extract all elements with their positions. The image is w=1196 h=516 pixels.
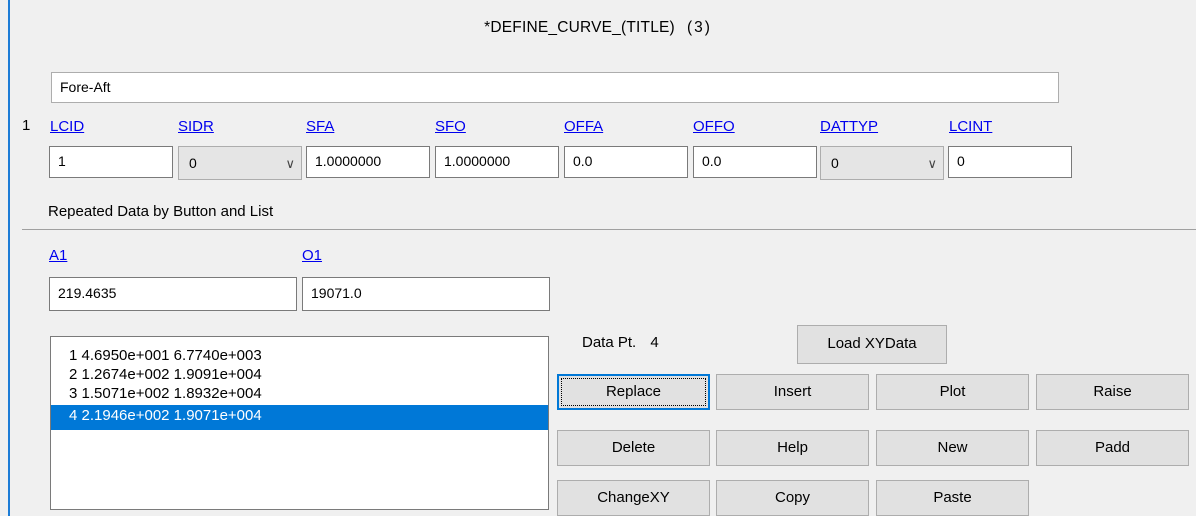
section-divider xyxy=(22,229,1196,230)
raise-button[interactable]: Raise xyxy=(1036,374,1189,410)
header-lcint[interactable]: LCINT xyxy=(949,118,992,135)
copy-button[interactable]: Copy xyxy=(716,480,869,516)
offa-input[interactable]: 0.0 xyxy=(564,146,688,178)
header-sfa[interactable]: SFA xyxy=(306,118,334,135)
header-sidr[interactable]: SIDR xyxy=(178,118,214,135)
keyword-title: *DEFINE_CURVE_(TITLE) (3) xyxy=(0,19,1196,37)
list-item[interactable]: 1 4.6950e+001 6.7740e+003 xyxy=(51,346,548,365)
plot-button[interactable]: Plot xyxy=(876,374,1029,410)
chevron-down-icon: ∨ xyxy=(927,156,937,171)
list-item-selected[interactable]: 4 2.1946e+002 1.9071e+004 xyxy=(51,405,548,430)
header-a1[interactable]: A1 xyxy=(49,247,67,264)
chevron-down-icon: ∨ xyxy=(285,156,295,171)
header-offo[interactable]: OFFO xyxy=(693,118,735,135)
help-button[interactable]: Help xyxy=(716,430,869,466)
keyword-title-count: (3) xyxy=(686,19,712,36)
curve-title-input[interactable]: Fore-Aft xyxy=(51,72,1059,103)
data-point-value: 4 xyxy=(650,334,659,351)
insert-button[interactable]: Insert xyxy=(716,374,869,410)
sfa-input[interactable]: 1.0000000 xyxy=(306,146,430,178)
window-edge xyxy=(8,0,10,516)
offo-input[interactable]: 0.0 xyxy=(693,146,817,178)
o1-input[interactable]: 19071.0 xyxy=(302,277,550,311)
sfo-input[interactable]: 1.0000000 xyxy=(435,146,559,178)
header-dattyp[interactable]: DATTYP xyxy=(820,118,878,135)
sidr-select-value: 0 xyxy=(189,155,197,171)
paste-button[interactable]: Paste xyxy=(876,480,1029,516)
sidr-select[interactable]: 0 ∨ xyxy=(178,146,302,180)
replace-button[interactable]: Replace xyxy=(557,374,710,410)
header-offa[interactable]: OFFA xyxy=(564,118,603,135)
a1-input[interactable]: 219.4635 xyxy=(49,277,297,311)
load-xydata-button[interactable]: Load XYData xyxy=(797,325,947,364)
padd-button[interactable]: Padd xyxy=(1036,430,1189,466)
keyword-title-text: *DEFINE_CURVE_(TITLE) xyxy=(484,19,675,36)
changexy-button[interactable]: ChangeXY xyxy=(557,480,710,516)
delete-button[interactable]: Delete xyxy=(557,430,710,466)
header-lcid[interactable]: LCID xyxy=(50,118,84,135)
data-point-label: Data Pt. xyxy=(582,334,637,351)
lcint-input[interactable]: 0 xyxy=(948,146,1072,178)
repeated-data-label: Repeated Data by Button and List xyxy=(48,203,274,220)
lcid-input[interactable]: 1 xyxy=(49,146,173,178)
dattyp-select[interactable]: 0 ∨ xyxy=(820,146,944,180)
list-item[interactable]: 2 1.2674e+002 1.9091e+004 xyxy=(51,365,548,384)
new-button[interactable]: New xyxy=(876,430,1029,466)
header-o1[interactable]: O1 xyxy=(302,247,322,264)
data-point-indicator: Data Pt. 4 xyxy=(582,334,659,351)
header-sfo[interactable]: SFO xyxy=(435,118,466,135)
card-row-number: 1 xyxy=(22,117,31,134)
dattyp-select-value: 0 xyxy=(831,155,839,171)
data-points-list[interactable]: 1 4.6950e+001 6.7740e+003 2 1.2674e+002 … xyxy=(50,336,549,510)
list-item[interactable]: 3 1.5071e+002 1.8932e+004 xyxy=(51,384,548,403)
